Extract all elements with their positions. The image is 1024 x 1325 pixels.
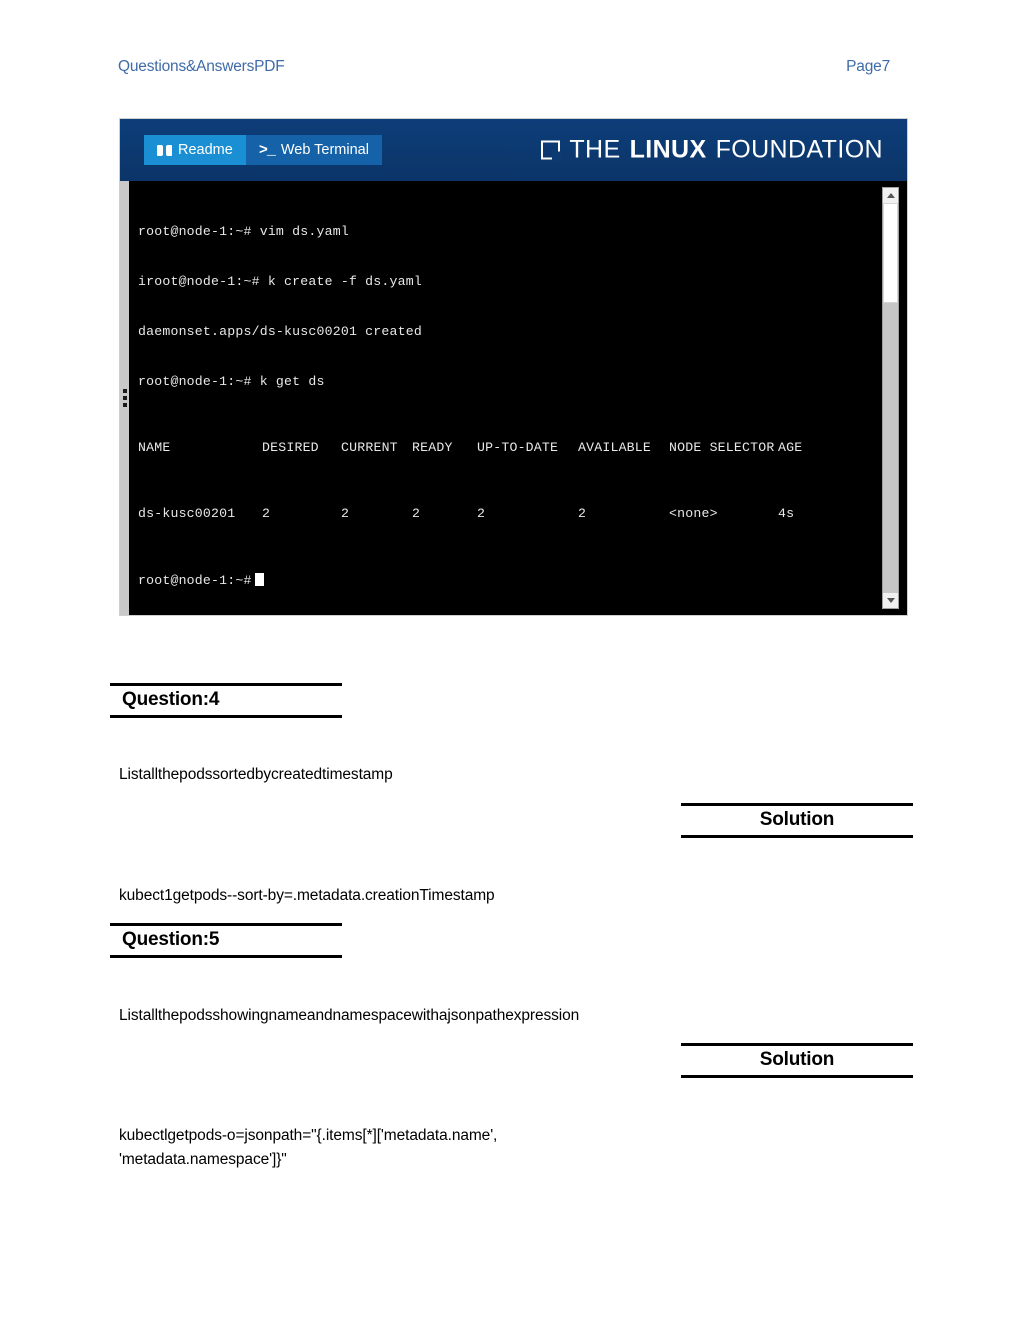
cell-name: ds-kusc00201: [138, 506, 236, 522]
logo-text-the: THE: [569, 135, 621, 164]
question-5-heading: Question:5: [110, 923, 342, 958]
question-4-heading-label: Question:4: [122, 689, 220, 710]
linux-foundation-logo: THE LINUX FOUNDATION: [541, 136, 883, 165]
col-header-desired: DESIRED: [262, 439, 319, 455]
solution-2-heading: Solution: [681, 1043, 913, 1078]
col-header-age: AGE: [778, 439, 803, 455]
tab-web-terminal-label: Web Terminal: [280, 142, 369, 158]
document-title: Questions&AnswersPDF: [118, 58, 285, 75]
cell-available: 2: [578, 506, 587, 522]
col-header-up-to-date: UP-TO-DATE: [477, 439, 559, 455]
logo-text-foundation: FOUNDATION: [715, 135, 883, 164]
terminal-output: root@node-1:~# vim ds.yaml iroot@node-1:…: [138, 191, 802, 615]
terminal-tabs: Readme >_ Web Terminal: [144, 135, 382, 165]
col-header-ready: READY: [412, 439, 453, 455]
cell-node-selector: <none>: [669, 506, 718, 522]
cell-ready: 2: [412, 506, 421, 522]
terminal-line: iroot@node-1:~# k create -f ds.yaml: [138, 273, 422, 289]
solution-1-heading: Solution: [681, 803, 913, 838]
terminal-scrollbar[interactable]: [882, 187, 899, 609]
vertical-drag-handle[interactable]: [120, 181, 129, 615]
cell-desired: 2: [262, 506, 271, 522]
question-5-heading-label: Question:5: [122, 929, 220, 950]
terminal-line: root@node-1:~# k get ds: [138, 373, 325, 389]
tab-web-terminal[interactable]: >_ Web Terminal: [245, 135, 382, 165]
col-header-available: AVAILABLE: [578, 439, 652, 455]
solution-2-label: Solution: [759, 1049, 835, 1070]
page-number: Page7: [846, 58, 890, 75]
solution-1-label: Solution: [759, 809, 835, 830]
question-4-prompt: Listallthepodssortedbycreatedtimestamp: [119, 766, 393, 783]
question-5-answer-line-2: 'metadata.namespace']}": [119, 1151, 287, 1168]
col-header-current: CURRENT: [341, 439, 398, 455]
terminal-topbar: Readme >_ Web Terminal THE LINUX FOUNDAT…: [120, 119, 907, 181]
scroll-up-arrow-icon[interactable]: [883, 188, 898, 203]
cell-current: 2: [341, 506, 350, 522]
col-header-name: NAME: [138, 439, 171, 455]
col-header-node-selector: NODE SELECTOR: [669, 439, 775, 455]
question-5-prompt: Listallthepodsshowingnameandnamespacewit…: [119, 1007, 580, 1024]
terminal-line: root@node-1:~# vim ds.yaml: [138, 224, 349, 240]
terminal-prompt-line: root@node-1:~#: [138, 572, 802, 590]
question-5-answer: kubectlgetpods-o=jsonpath="{.items[*]['m…: [119, 1124, 639, 1172]
question-5-answer-line-1: kubectlgetpods-o=jsonpath="{.items[*]['m…: [119, 1127, 498, 1144]
table-header-row: NAME DESIRED CURRENT READY UP-TO-DATE AVAILAB…: [138, 440, 802, 457]
terminal-cursor: [254, 572, 264, 586]
question-4-answer: kubect1getpods--sort-by=.metadata.creati…: [119, 887, 495, 904]
page-header: Questions&AnswersPDF Page7: [118, 58, 890, 76]
linux-foundation-mark-icon: [541, 140, 561, 160]
logo-text-linux: LINUX: [629, 135, 707, 164]
web-terminal-window: Readme >_ Web Terminal THE LINUX FOUNDAT…: [119, 118, 908, 616]
question-4-heading: Question:4: [110, 683, 342, 718]
terminal-prompt: root@node-1:~#: [138, 572, 252, 588]
cell-up-to-date: 2: [477, 506, 486, 522]
table-row: ds-kusc00201 2 2 2 2 2 <none> 4s: [138, 506, 802, 523]
scroll-down-arrow-icon[interactable]: [883, 593, 898, 608]
terminal-console[interactable]: root@node-1:~# vim ds.yaml iroot@node-1:…: [120, 181, 907, 615]
tab-readme[interactable]: Readme: [144, 135, 246, 165]
terminal-line: daemonset.apps/ds-kusc00201 created: [138, 323, 422, 339]
book-icon: [157, 144, 172, 156]
scrollbar-thumb[interactable]: [883, 203, 898, 303]
tab-readme-label: Readme: [178, 142, 233, 158]
prompt-icon: >_: [258, 141, 276, 159]
cell-age: 4s: [778, 506, 795, 522]
